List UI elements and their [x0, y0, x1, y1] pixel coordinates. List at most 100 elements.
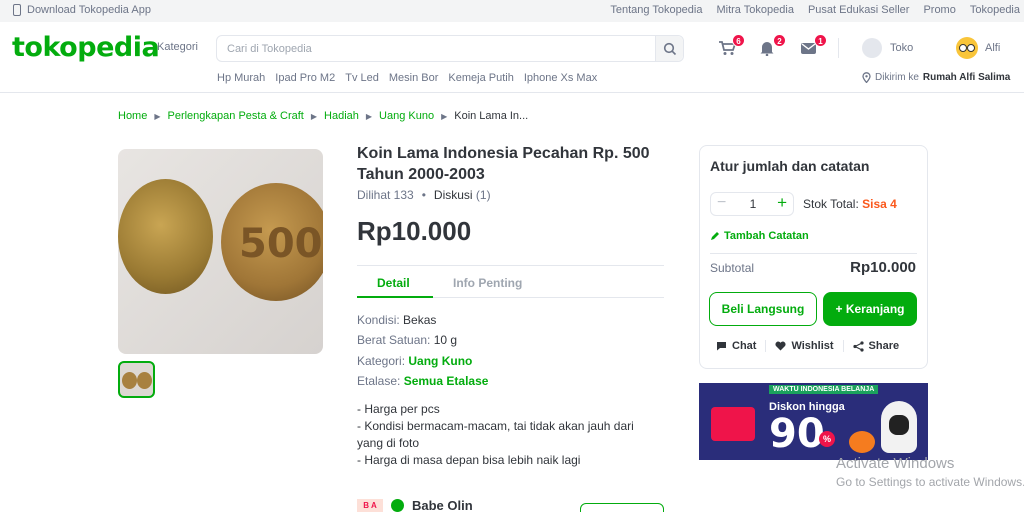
tab-info-penting[interactable]: Info Penting: [453, 276, 522, 290]
stock-remaining: Sisa 4: [862, 197, 897, 211]
trending-keywords: Hp Murah Ipad Pro M2 Tv Led Mesin Bor Ke…: [217, 72, 597, 84]
keyword-link[interactable]: Iphone Xs Max: [524, 72, 597, 84]
breadcrumb-home[interactable]: Home: [118, 110, 147, 122]
breadcrumb-subcategory[interactable]: Hadiah: [324, 110, 359, 122]
location-prefix: Dikirim ke: [875, 72, 919, 83]
user-avatar: [956, 37, 978, 59]
card-title: Atur jumlah dan catatan: [710, 158, 870, 174]
spec-value: Bekas: [403, 313, 437, 327]
ghost-mask-graphic: [881, 401, 917, 453]
download-app-link[interactable]: Download Tokopedia App: [13, 4, 151, 16]
inbox-button[interactable]: 1: [800, 34, 827, 56]
product-description: - Harga per pcs - Kondisi bermacam-macam…: [357, 401, 662, 469]
spec-kategori-link[interactable]: Uang Kuno: [408, 354, 472, 368]
promo-banner[interactable]: WAKTU INDONESIA BELANJA Diskon hingga 90…: [699, 383, 928, 460]
top-bar: Download Tokopedia App Tentang Tokopedia…: [0, 0, 1024, 22]
search-button[interactable]: [655, 36, 683, 61]
kategori-menu[interactable]: Kategori: [157, 41, 198, 53]
tab-top-border: [357, 265, 664, 266]
subtotal-value: Rp10.000: [850, 259, 916, 276]
description-line: - Harga di masa depan bisa lebih naik la…: [357, 453, 581, 467]
link-tentang[interactable]: Tentang Tokopedia: [610, 4, 702, 16]
watermark-subtitle: Go to Settings to activate Windows.: [836, 475, 1024, 489]
link-edukasi-seller[interactable]: Pusat Edukasi Seller: [808, 4, 910, 16]
thumb-coin: [137, 372, 152, 389]
heart-icon: [775, 341, 786, 351]
stock-info: Stok Total: Sisa 4: [803, 197, 897, 211]
product-thumbnail[interactable]: [118, 361, 155, 398]
link-promo[interactable]: Promo: [923, 4, 955, 16]
keyword-link[interactable]: Hp Murah: [217, 72, 265, 84]
link-tokopedia-care[interactable]: Tokopedia: [970, 4, 1020, 16]
seller-name[interactable]: Babe Olin: [412, 498, 473, 512]
add-note-label: Tambah Catatan: [724, 230, 809, 242]
purchase-card: Atur jumlah dan catatan − 1 + Stok Total…: [699, 145, 928, 369]
product-main-image[interactable]: 500: [118, 149, 323, 354]
toko-label: Toko: [890, 42, 914, 54]
add-to-cart-button[interactable]: + Keranjang: [823, 292, 917, 326]
buy-now-button[interactable]: Beli Langsung: [709, 292, 817, 326]
cart-button[interactable]: 6: [718, 34, 745, 56]
spec-label: Berat Satuan:: [357, 333, 431, 347]
thumb-coin: [122, 372, 137, 389]
header-bottom-border: [0, 92, 1024, 93]
coin-garuda-side: [118, 179, 213, 294]
location-name: Rumah Alfi Salima: [922, 72, 1011, 83]
keyword-link[interactable]: Ipad Pro M2: [275, 72, 335, 84]
follow-button[interactable]: [580, 503, 664, 512]
top-links: Tentang Tokopedia Mitra Tokopedia Pusat …: [610, 4, 1020, 16]
cart-count-badge: 6: [732, 34, 745, 47]
description-line: - Harga per pcs: [357, 402, 440, 416]
banner-discount-value: 90: [769, 411, 825, 457]
official-badge-icon: [391, 499, 404, 512]
breadcrumb-current: Koin Lama In...: [454, 110, 529, 122]
search-bar: [216, 35, 684, 62]
seller-avatar[interactable]: B A: [357, 498, 383, 512]
plus-icon[interactable]: +: [777, 193, 787, 213]
breadcrumb-leaf-category[interactable]: Uang Kuno: [379, 110, 434, 122]
breadcrumb: Home ▶ Perlengkapan Pesta & Craft ▶ Hadi…: [118, 110, 528, 122]
spec-value: 10 g: [433, 333, 458, 347]
description-line: - Kondisi bermacam-macam, tai tidak akan…: [357, 419, 634, 450]
card-divider: [710, 253, 917, 254]
share-icon: [852, 340, 864, 352]
toko-button[interactable]: Toko: [862, 38, 913, 58]
add-note-button[interactable]: Tambah Catatan: [710, 230, 809, 242]
shipping-location[interactable]: Dikirim ke Rumah Alfi Salima: [862, 72, 1010, 83]
spec-etalase-link[interactable]: Semua Etalase: [404, 374, 489, 388]
action-divider: [842, 340, 844, 352]
discussion-link[interactable]: Diskusi (1): [434, 188, 491, 202]
spec-berat: Berat Satuan: 10 g: [357, 333, 457, 347]
share-button[interactable]: Share: [852, 340, 900, 352]
header-divider: [838, 38, 839, 58]
pencil-icon: [711, 232, 719, 240]
share-label: Share: [868, 340, 900, 352]
coin-value-side: 500: [221, 183, 323, 301]
link-mitra[interactable]: Mitra Tokopedia: [716, 4, 793, 16]
user-menu[interactable]: Alfi: [956, 37, 1000, 59]
breadcrumb-category[interactable]: Perlengkapan Pesta & Craft: [168, 110, 304, 122]
chevron-right-icon: ▶: [154, 111, 161, 121]
tokopedia-logo[interactable]: tokopedia: [12, 32, 160, 63]
stock-label: Stok Total:: [803, 197, 859, 211]
phone-icon: [13, 4, 21, 16]
keyword-link[interactable]: Kemeja Putih: [448, 72, 513, 84]
search-input[interactable]: [217, 36, 657, 61]
card-actions: Chat Wishlist Share: [716, 340, 899, 352]
user-name: Alfi: [985, 42, 1001, 54]
chevron-right-icon: ▶: [441, 111, 448, 121]
watermark-title: Activate Windows: [836, 455, 955, 472]
notification-button[interactable]: 2: [759, 34, 786, 57]
chat-button[interactable]: Chat: [716, 340, 756, 352]
spec-etalase: Etalase: Semua Etalase: [357, 374, 488, 388]
tab-detail[interactable]: Detail: [377, 276, 410, 290]
keyword-link[interactable]: Tv Led: [345, 72, 379, 84]
wishlist-button[interactable]: Wishlist: [775, 340, 834, 352]
spec-label: Etalase:: [357, 374, 401, 388]
keyword-link[interactable]: Mesin Bor: [389, 72, 439, 84]
product-title: Koin Lama Indonesia Pecahan Rp. 500 Tahu…: [357, 145, 650, 183]
spec-kategori: Kategori: Uang Kuno: [357, 354, 472, 368]
download-app-label: Download Tokopedia App: [27, 4, 151, 16]
shopping-bag-graphic: [711, 407, 755, 441]
quantity-stepper: − 1 +: [710, 192, 794, 216]
